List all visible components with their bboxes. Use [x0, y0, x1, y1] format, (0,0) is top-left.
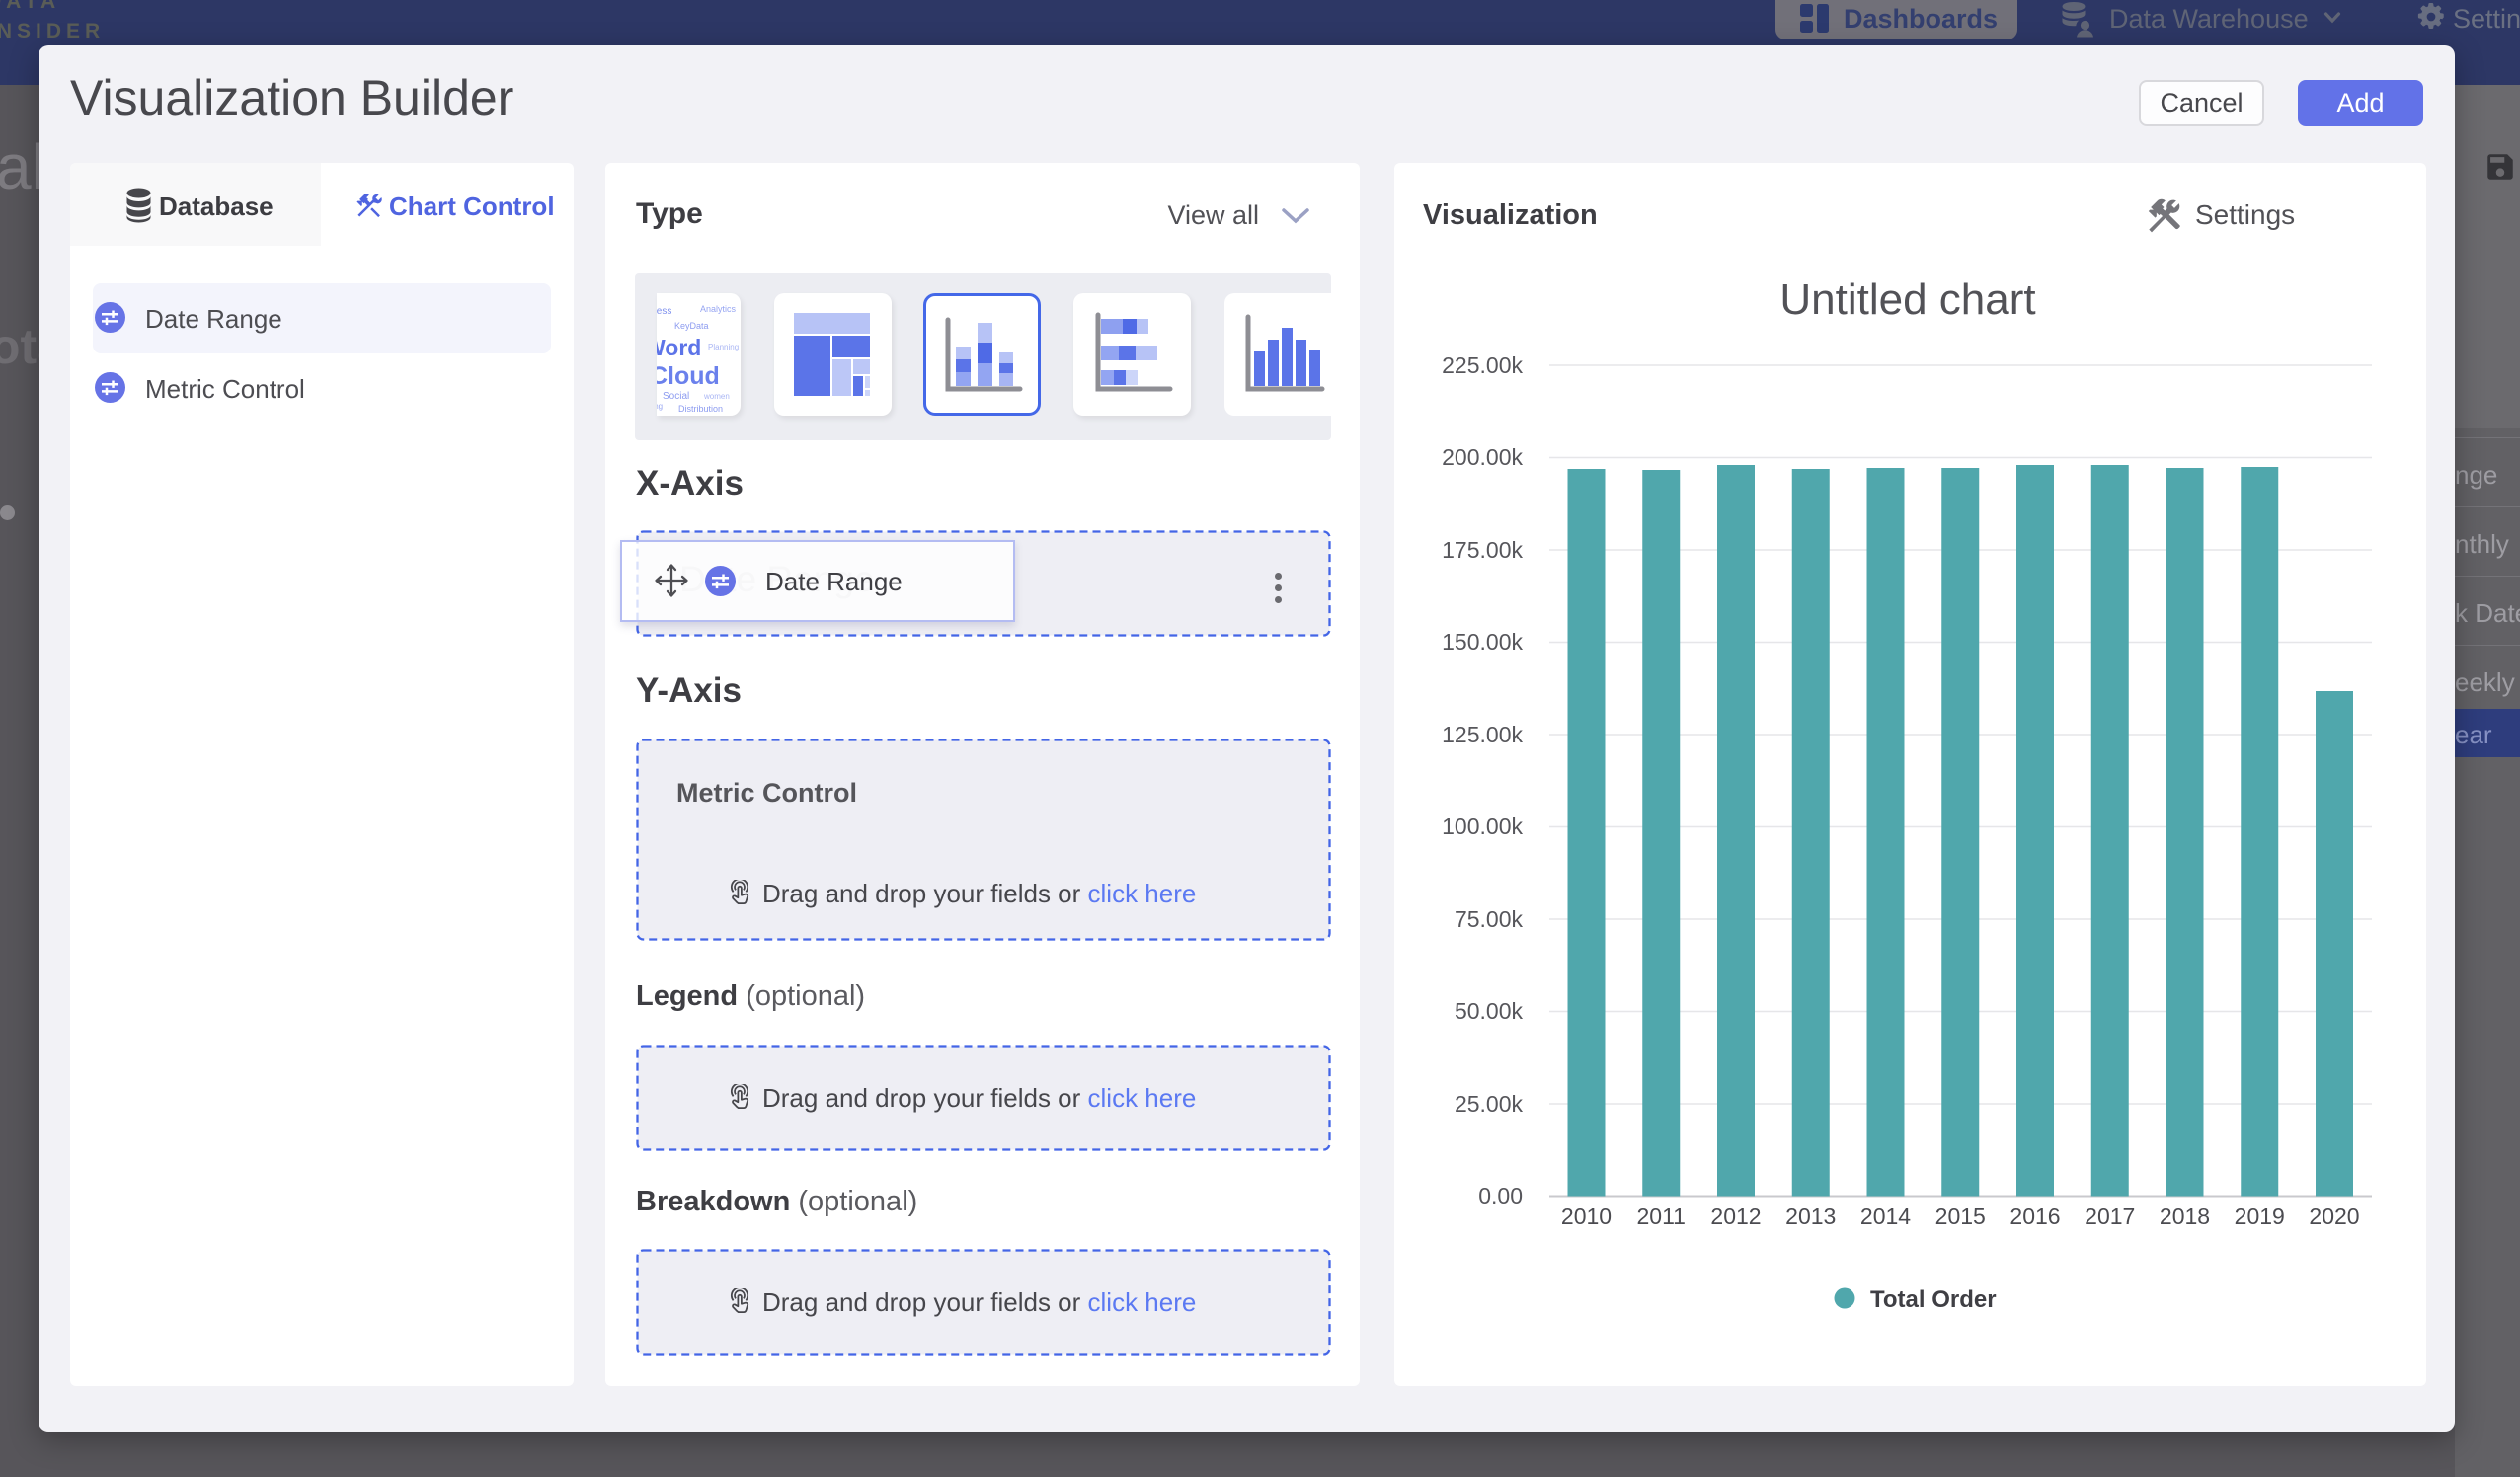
svg-text:Total Order: Total Order	[1870, 1286, 1997, 1313]
svg-text:225.00k: 225.00k	[1442, 352, 1523, 378]
svg-text:Untitled chart: Untitled chart	[1779, 275, 2035, 324]
svg-text:2011: 2011	[1637, 1204, 1686, 1229]
svg-text:25.00k: 25.00k	[1455, 1091, 1524, 1117]
svg-text:2016: 2016	[2009, 1204, 2060, 1229]
svg-text:2020: 2020	[2309, 1204, 2359, 1229]
svg-text:200.00k: 200.00k	[1442, 444, 1523, 470]
svg-text:75.00k: 75.00k	[1455, 906, 1524, 932]
svg-text:2014: 2014	[1860, 1204, 1911, 1229]
svg-text:0.00: 0.00	[1478, 1183, 1523, 1208]
svg-text:2018: 2018	[2160, 1204, 2210, 1229]
svg-text:2010: 2010	[1561, 1204, 1612, 1229]
svg-text:2017: 2017	[2085, 1204, 2135, 1229]
svg-text:2015: 2015	[1935, 1204, 1986, 1229]
svg-text:50.00k: 50.00k	[1455, 998, 1524, 1024]
svg-text:2019: 2019	[2235, 1204, 2285, 1229]
svg-text:175.00k: 175.00k	[1442, 537, 1523, 563]
svg-text:150.00k: 150.00k	[1442, 629, 1523, 655]
svg-text:2012: 2012	[1710, 1204, 1761, 1229]
svg-text:100.00k: 100.00k	[1442, 814, 1523, 839]
svg-text:125.00k: 125.00k	[1442, 722, 1523, 747]
svg-text:2013: 2013	[1785, 1204, 1836, 1229]
